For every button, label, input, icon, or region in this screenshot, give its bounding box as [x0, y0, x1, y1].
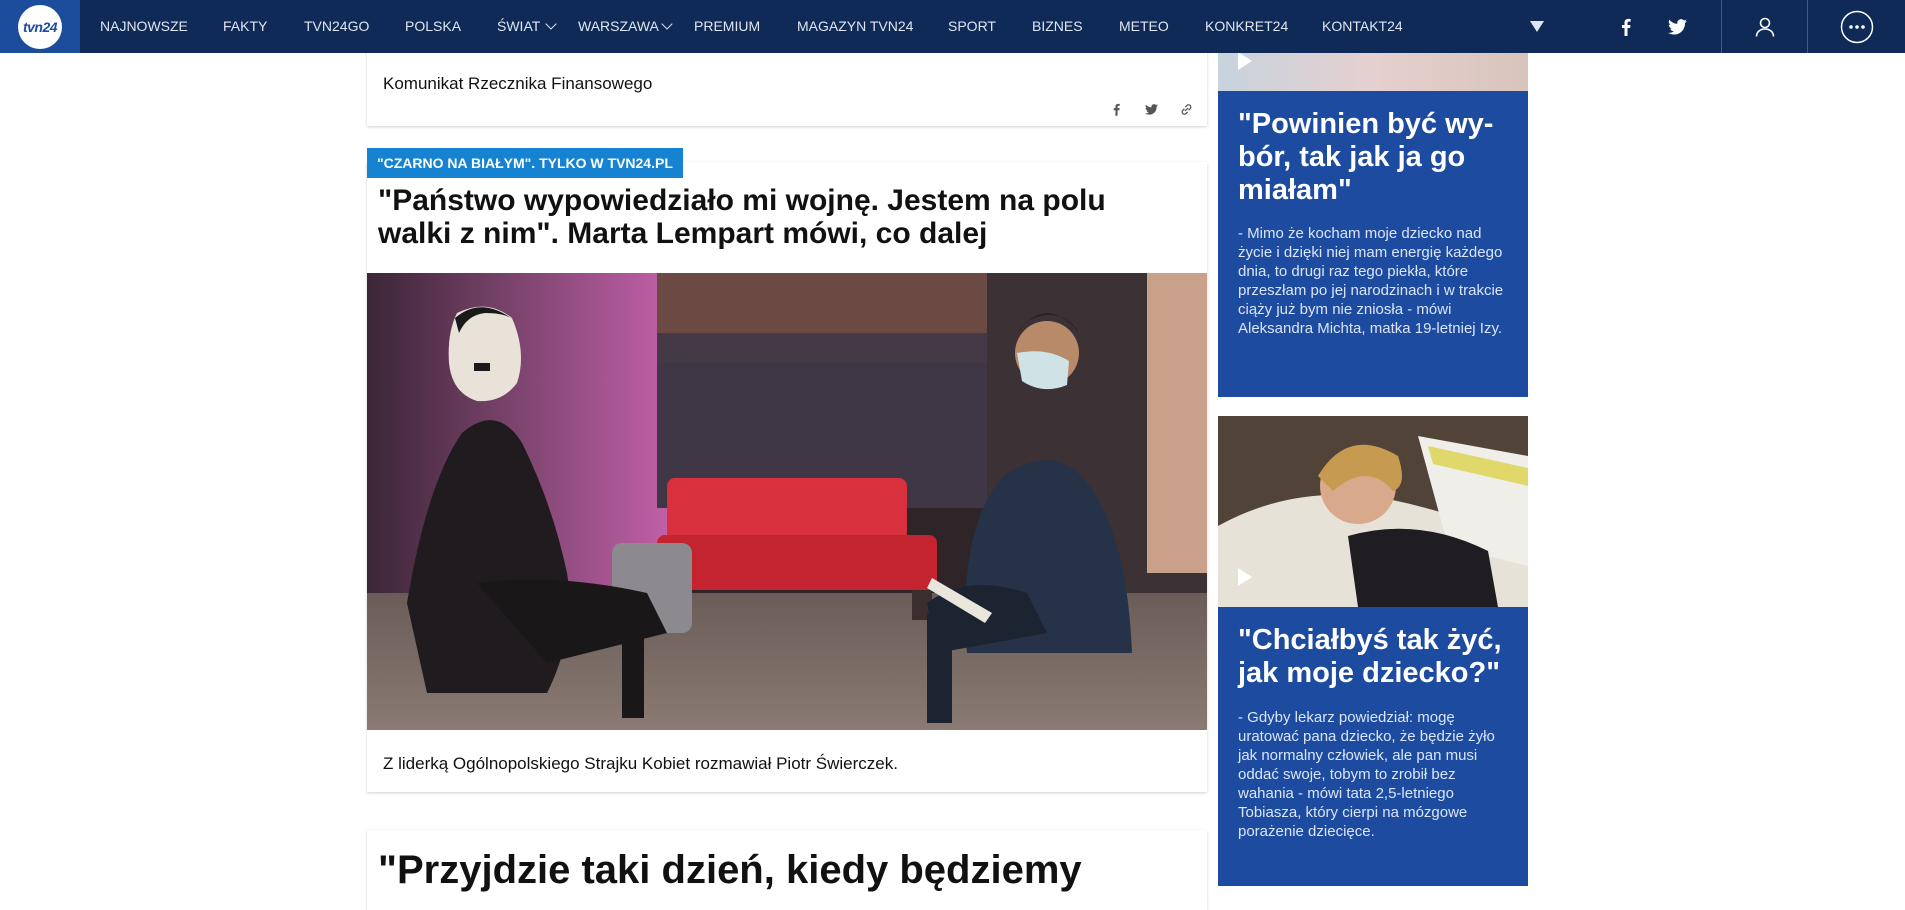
twitter-icon[interactable]: [1141, 102, 1162, 116]
article-photo[interactable]: [367, 273, 1207, 730]
article-tag-badge[interactable]: "CZARNO NA BIAŁYM". TYLKO W TVN24.PL: [367, 148, 683, 178]
sidebar-card-1[interactable]: "Powinien być wy-bór, tak jak ja go miał…: [1218, 30, 1528, 397]
sidebar-card-1-title[interactable]: "Powinien być wy-bór, tak jak ja go miał…: [1238, 108, 1508, 207]
chevron-down-icon[interactable]: [661, 18, 673, 30]
facebook-icon[interactable]: [1614, 0, 1638, 53]
nav-item-fakty[interactable]: FAKTY: [223, 0, 267, 53]
share-row: [1106, 102, 1197, 116]
nav-item-meteo[interactable]: METEO: [1119, 0, 1169, 53]
nav-item-konkret24[interactable]: KONKRET24: [1205, 0, 1288, 53]
play-icon[interactable]: [1238, 568, 1252, 586]
card-text[interactable]: Komunikat Rzecznika Finansowego: [383, 74, 652, 94]
sidebar-card-2-photo-illustration: [1218, 416, 1528, 607]
chevron-down-icon[interactable]: [545, 18, 557, 30]
facebook-icon[interactable]: [1106, 102, 1127, 116]
nav-item-magazyn-tvn24[interactable]: MAGAZYN TVN24: [797, 0, 913, 53]
logo-text: tvn24: [18, 4, 62, 49]
nav-item-polska[interactable]: POLSKA: [405, 0, 461, 53]
twitter-icon[interactable]: [1664, 0, 1690, 53]
next-article-headline[interactable]: "Przyjdzie taki dzień, kiedy będziemy: [378, 848, 1082, 892]
sidebar-card-2-photo[interactable]: [1218, 416, 1528, 607]
sidebar-card-2[interactable]: "Chciałbyś tak żyć, jak moje dziecko?" -…: [1218, 416, 1528, 886]
top-navigation: tvn24 NAJNOWSZE FAKTY TVN24GO POLSKA ŚWI…: [0, 0, 1905, 53]
sidebar-card-2-title[interactable]: "Chciałbyś tak żyć, jak moje dziecko?": [1238, 624, 1518, 690]
user-icon[interactable]: [1722, 0, 1807, 53]
nav-item-tvn24go[interactable]: TVN24GO: [304, 0, 369, 53]
nav-item-swiat[interactable]: ŚWIAT: [497, 0, 540, 53]
article-photo-illustration: [367, 273, 1207, 730]
more-icon[interactable]: [1808, 0, 1905, 53]
article-caption[interactable]: Z liderką Ogólnopolskiego Strajku Kobiet…: [383, 754, 898, 774]
sidebar-card-2-text: - Gdyby lekarz powiedział: mogę uratować…: [1238, 709, 1495, 840]
nav-item-warszawa[interactable]: WARSZAWA: [578, 0, 659, 53]
nav-item-biznes[interactable]: BIZNES: [1032, 0, 1083, 53]
nav-item-premium[interactable]: PREMIUM: [694, 0, 760, 53]
nav-item-najnowsze[interactable]: NAJNOWSZE: [100, 0, 188, 53]
logo[interactable]: tvn24: [0, 0, 80, 53]
next-article-card[interactable]: "Przyjdzie taki dzień, kiedy będziemy: [367, 830, 1207, 910]
dropdown-triangle-icon[interactable]: [1523, 0, 1551, 53]
sidebar-card-1-text: - Mimo że kocham moje dziecko nad życie …: [1238, 225, 1504, 337]
nav-item-sport[interactable]: SPORT: [948, 0, 996, 53]
nav-item-kontakt24[interactable]: KONTAKT24: [1322, 0, 1403, 53]
article-headline[interactable]: "Państwo wypowiedziało mi wojnę. Jestem …: [378, 184, 1178, 250]
main-article-card[interactable]: "Państwo wypowiedziało mi wojnę. Jestem …: [367, 162, 1207, 792]
link-icon[interactable]: [1176, 102, 1197, 116]
play-icon[interactable]: [1238, 52, 1252, 70]
